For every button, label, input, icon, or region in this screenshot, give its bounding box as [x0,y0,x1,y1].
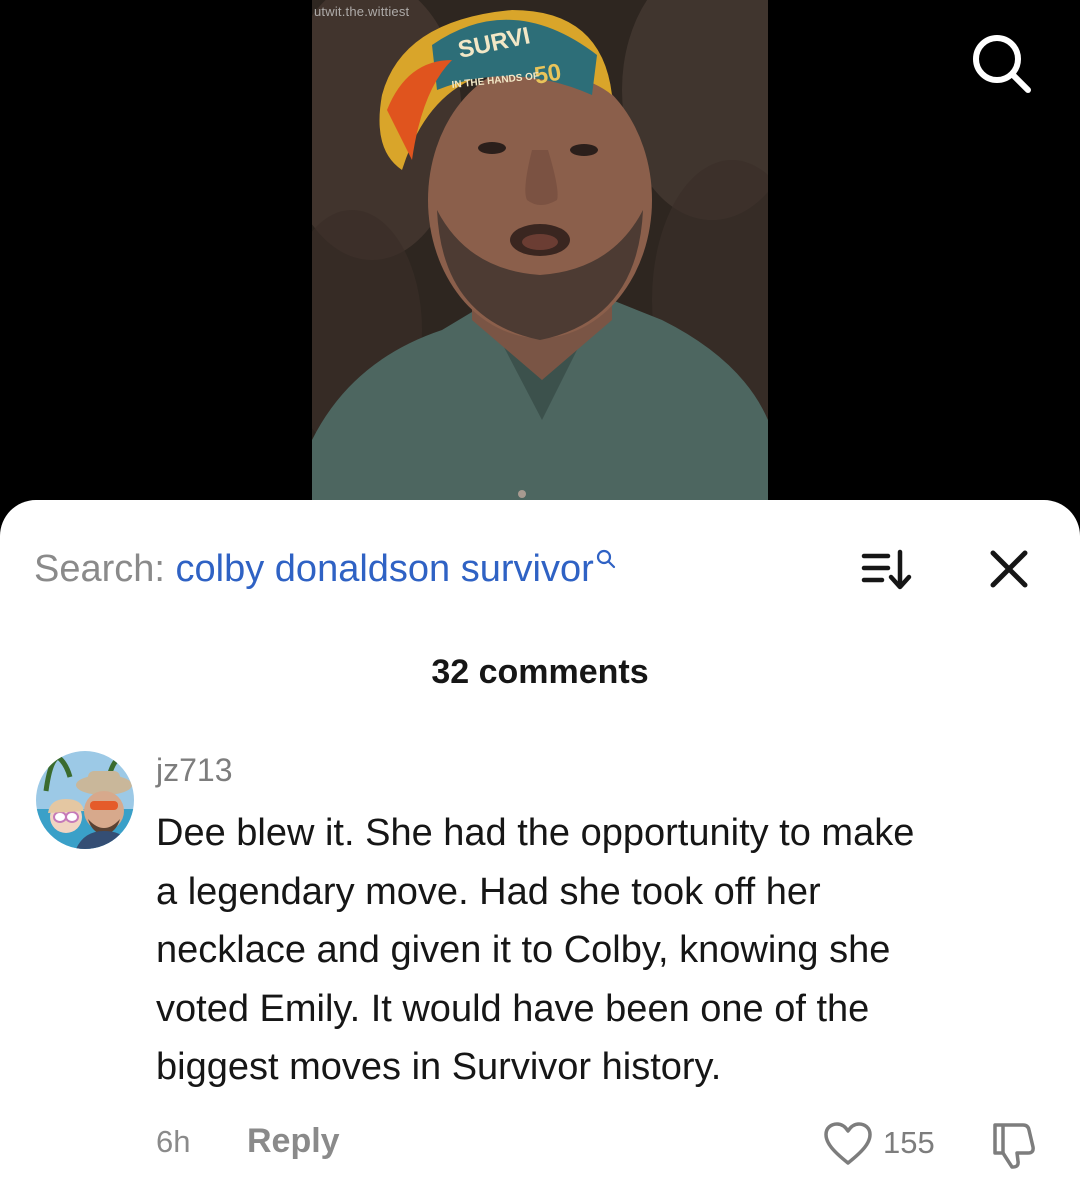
search-prefix-label: Search: [34,548,176,590]
comments-count: 32 comments [431,653,649,691]
video-watermark: utwit.the.wittiest [314,4,410,19]
search-term-link[interactable]: colby donaldson survivor [176,548,594,590]
comment-text-line: necklace and given it to Colby, knowing … [156,929,891,971]
heart-icon[interactable] [823,1121,873,1167]
comment-text-line: biggest moves in Survivor history. [156,1046,722,1088]
comment-text-line: a legendary move. Had she took off her [156,870,821,913]
video-player[interactable]: SURVI 50 IN THE HANDS OF utwit.the.witti… [312,0,768,510]
avatar-image [36,751,134,849]
search-icon [596,549,615,569]
search-icon[interactable] [968,30,1034,96]
close-icon[interactable] [985,545,1033,593]
comment-username[interactable]: jz713 [156,752,233,789]
screen: SURVI 50 IN THE HANDS OF utwit.the.witti… [0,0,1080,1200]
comment-text-line: Dee blew it. She had the opportunity to … [156,812,915,854]
video-frame-image: SURVI 50 IN THE HANDS OF [312,0,768,510]
comment-text: Dee blew it. She had the opportunity to … [156,804,1056,1097]
comment-text-line: voted Emily. It would have been one of t… [156,987,870,1030]
avatar[interactable] [36,751,134,849]
thumbs-down-icon[interactable] [987,1119,1039,1171]
comment-timestamp: 6h [156,1124,191,1159]
reply-button[interactable]: Reply [247,1122,340,1161]
search-query-row[interactable]: Search: colby donaldson survivor [34,545,616,593]
sort-icon[interactable] [860,548,914,592]
like-count: 155 [883,1125,935,1160]
